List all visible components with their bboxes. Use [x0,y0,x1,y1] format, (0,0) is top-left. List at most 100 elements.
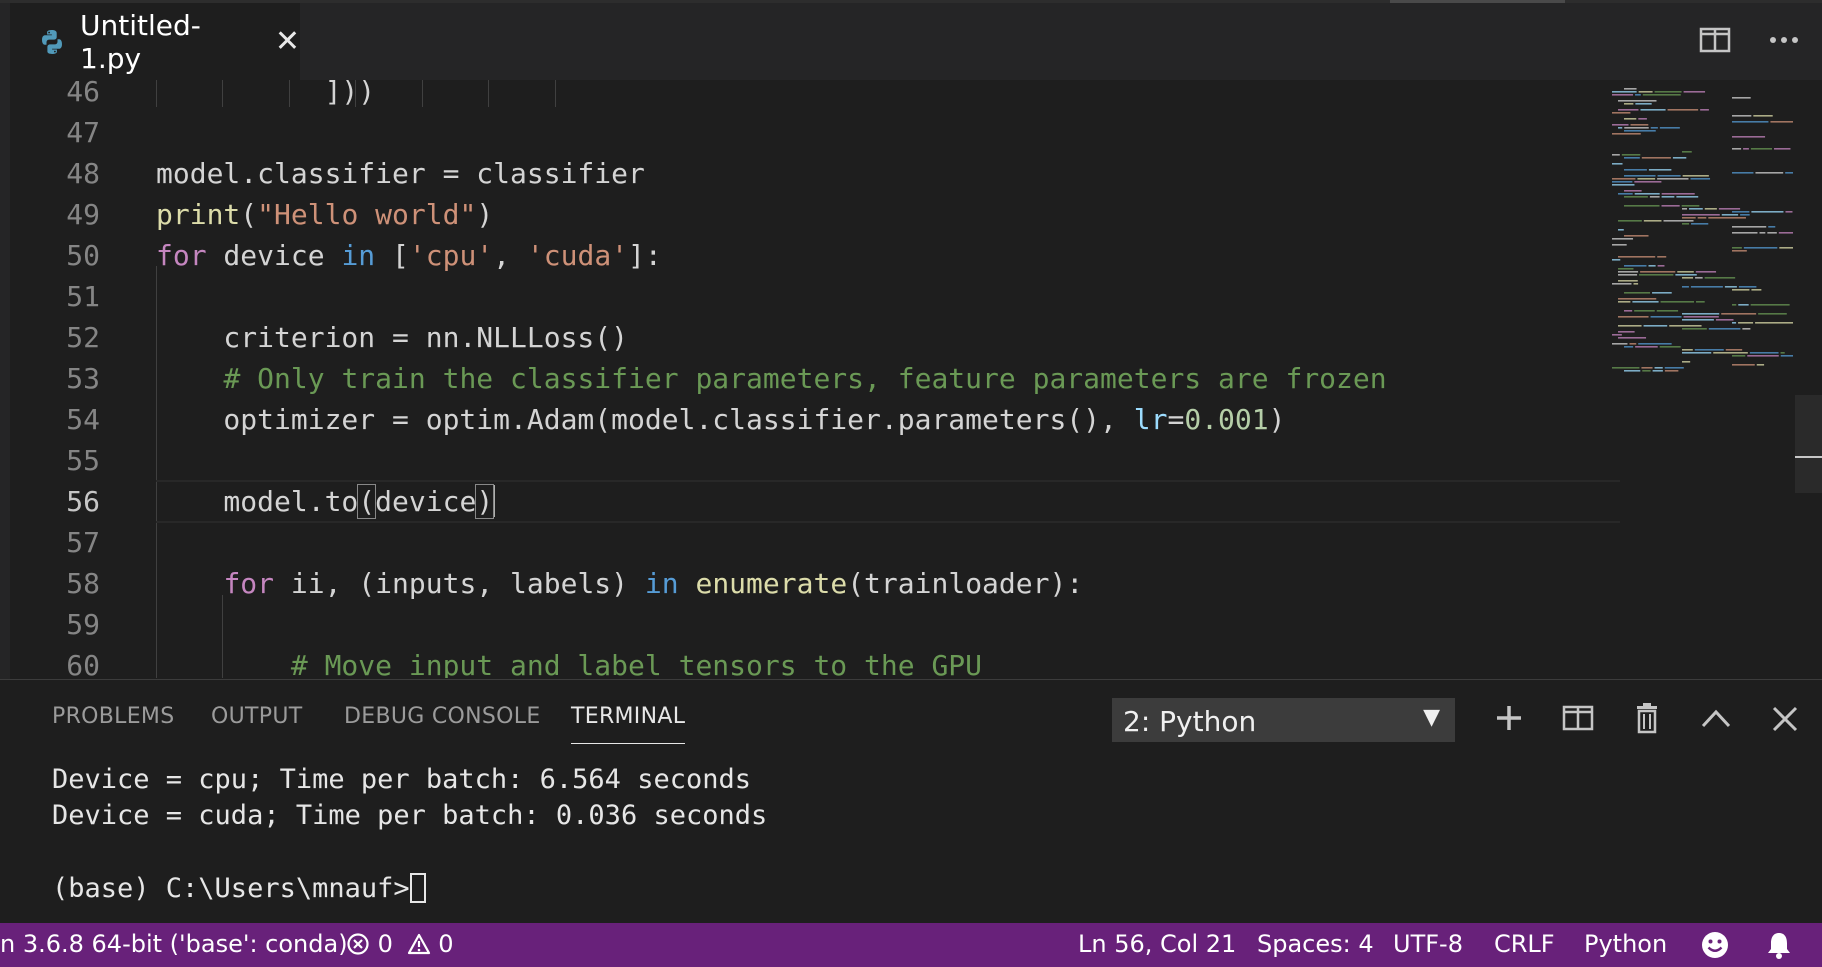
code-line[interactable]: 52 criterion = nn.NLLLoss() [10,317,1620,358]
warning-icon [407,933,430,955]
terminal-output-line: Device = cuda; Time per batch: 0.036 sec… [52,800,768,831]
minimap-line [1612,91,1637,93]
code-line[interactable]: 58 for ii, (inputs, labels) in enumerate… [10,563,1620,604]
minimap-line [1642,94,1681,96]
minimap-line [1682,277,1694,279]
terminal-select[interactable]: 2: Python ▼ [1112,698,1455,742]
code-token: 'cuda' [526,239,629,272]
code-line[interactable]: 57 [10,522,1620,563]
minimap-line [1624,196,1648,198]
split-editor-icon[interactable] [1699,26,1733,56]
tab-terminal[interactable]: TERMINAL [571,704,686,744]
terminal-prompt[interactable]: (base) C:\Users\mnauf> [52,873,426,904]
problems-status[interactable]: 0 0 [346,930,453,958]
minimap-line [1755,322,1793,324]
smiley-icon[interactable] [1700,930,1730,962]
python-interpreter[interactable]: n 3.6.8 64-bit ('base': conda) [0,930,348,958]
minimap-line [1624,190,1642,192]
minimap-line [1618,229,1624,231]
tab-untitled-1[interactable]: Untitled-1.py ✕ [10,3,300,80]
tab-output[interactable]: OUTPUT [211,704,302,729]
plus-icon[interactable] [1492,700,1526,736]
minimap-line [1681,205,1700,207]
minimap-line [1654,367,1663,369]
close-icon[interactable] [1768,700,1802,736]
code-text: criterion = nn.NLLLoss() [156,317,628,358]
tab-close-icon[interactable]: ✕ [275,26,300,57]
minimap-line [1618,256,1656,258]
line-number: 50 [66,239,100,272]
indentation[interactable]: Spaces: 4 [1257,930,1374,958]
tab-problems[interactable]: PROBLEMS [52,704,174,729]
code-line[interactable]: 46 ])) [10,80,1620,112]
code-line[interactable]: 54 optimizer = optim.Adam(model.classifi… [10,399,1620,440]
code-line[interactable]: 53 # Only train the classifier parameter… [10,358,1620,399]
minimap-line [1704,208,1717,210]
minimap-line [1635,103,1652,105]
minimap-line [1740,214,1750,216]
tab-title: Untitled-1.py [80,8,201,75]
minimap-line [1749,352,1779,354]
code-token: for [223,567,275,600]
code-line[interactable]: 49 print("Hello world") [10,194,1620,235]
code-line[interactable]: 51 [10,276,1620,317]
minimap-line [1682,313,1720,315]
encoding[interactable]: UTF-8 [1393,930,1463,958]
code-text: model.classifier = classifier [156,153,645,194]
end-of-line[interactable]: CRLF [1494,930,1555,958]
minimap-line [1682,214,1720,216]
minimap-line [1682,151,1692,153]
minimap-line [1640,271,1676,273]
scrollbar-slider[interactable] [1795,395,1822,493]
code-text: for device in ['cpu', 'cuda']: [156,235,662,276]
minimap-line [1683,91,1706,93]
bell-icon[interactable] [1765,930,1793,962]
cursor-position[interactable]: Ln 56, Col 21 [1078,930,1236,958]
code-line[interactable]: 56 model.to(device) [10,480,1620,523]
minimap-line [1753,115,1773,117]
code-editor[interactable]: 46 ])) 47 48 model.classifier = classifier 4… [10,80,1822,678]
code-line[interactable]: 47 [10,112,1620,153]
tab-scrollbar-thumb[interactable] [1390,0,1565,3]
minimap-line [1695,271,1717,273]
code-line[interactable]: 55 [10,440,1620,481]
minimap-line [1755,172,1784,174]
minimap-line [1654,91,1682,93]
minimap-line [1785,211,1793,213]
code-line[interactable]: 50 for device in ['cpu', 'cuda']: [10,235,1620,276]
trash-icon[interactable] [1630,700,1664,736]
minimap-line [1708,217,1746,219]
minimap-line [1612,367,1640,369]
chevron-up-icon[interactable] [1699,700,1733,736]
minimap-line [1624,310,1633,312]
minimap-line [1624,205,1660,207]
minimap-line [1756,364,1765,366]
minimap-line [1682,208,1688,210]
tab-debug-console[interactable]: DEBUG CONSOLE [344,704,541,729]
terminal-cursor [409,873,426,903]
editor-scrollbar[interactable] [1795,80,1822,678]
code-line[interactable]: 60 # Move input and label tensors to the… [10,645,1620,678]
code-line[interactable]: 48 model.classifier = classifier [10,153,1620,194]
minimap-line [1624,130,1656,132]
minimap-line [1618,280,1638,282]
code-token: ( [240,198,258,231]
code-token: for [156,239,207,272]
code-token: in [644,567,679,600]
minimap-line [1624,103,1634,105]
code-token: enumerate [695,567,848,600]
minimap-line [1690,178,1711,180]
minimap-line [1682,328,1707,330]
language-mode[interactable]: Python [1584,930,1667,958]
minimap-line [1732,247,1742,249]
minimap-line [1697,217,1707,219]
more-actions-icon[interactable] [1768,26,1802,56]
split-terminal-icon[interactable] [1561,700,1595,736]
minimap-line [1624,118,1637,120]
minimap-line [1618,220,1642,222]
minimap-line [1682,319,1714,321]
minimap[interactable] [1610,80,1795,380]
code-text: # Only train the classifier parameters, … [156,358,1386,399]
code-line[interactable]: 59 [10,604,1620,645]
code-token: model.to [156,485,359,518]
